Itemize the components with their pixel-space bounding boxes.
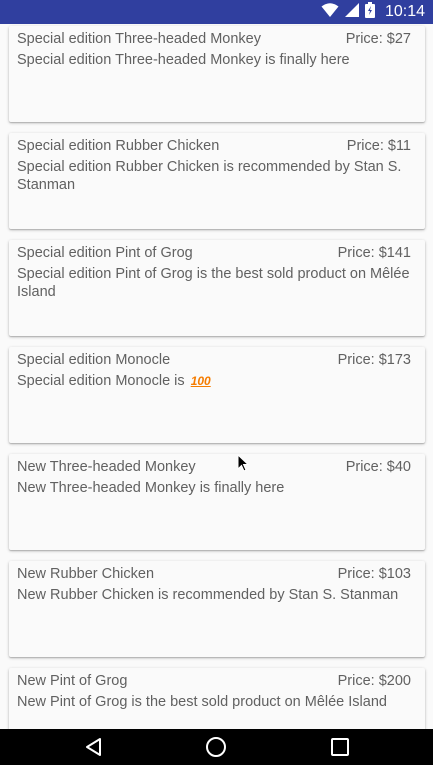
- product-description: New Pint of Grog is the best sold produc…: [17, 694, 387, 710]
- product-card[interactable]: New Three-headed Monkey Price: $40 New T…: [9, 454, 425, 550]
- product-name: New Pint of Grog: [17, 673, 128, 689]
- signal-icon: [344, 2, 359, 22]
- product-description: Special edition Three-headed Monkey is f…: [17, 52, 350, 68]
- product-description: New Rubber Chicken is recommended by Sta…: [17, 587, 399, 603]
- product-price: Price: $103: [337, 566, 411, 582]
- status-icons: 10:14: [321, 0, 425, 24]
- product-name: Special edition Rubber Chicken: [17, 138, 220, 154]
- product-card[interactable]: Special edition Three-headed Monkey Pric…: [9, 26, 425, 122]
- product-name: Special edition Monocle: [17, 352, 171, 368]
- home-icon[interactable]: [196, 729, 236, 765]
- product-description-text: Special edition Monocle is: [17, 373, 185, 389]
- product-card[interactable]: New Pint of Grog Price: $200 New Pint of…: [9, 668, 425, 729]
- product-card[interactable]: Special edition Pint of Grog Price: $141…: [9, 240, 425, 336]
- product-price: Price: $173: [337, 352, 411, 368]
- product-description: Special edition Rubber Chicken is recomm…: [17, 159, 402, 193]
- product-description: Special edition Pint of Grog is the best…: [17, 266, 410, 300]
- product-description: Special edition Monocle is 100: [17, 372, 413, 390]
- back-icon[interactable]: [74, 729, 114, 765]
- recents-icon[interactable]: [320, 729, 360, 765]
- battery-icon: [364, 1, 375, 23]
- product-price: Price: $27: [345, 31, 411, 47]
- hundred-points-emoji-icon: 100: [190, 374, 211, 388]
- product-name: New Rubber Chicken: [17, 566, 155, 582]
- product-card[interactable]: Special edition Monocle Price: $173 Spec…: [9, 347, 425, 443]
- product-price: Price: $141: [337, 245, 411, 261]
- mouse-cursor-icon: [237, 453, 250, 472]
- navigation-bar: [0, 729, 433, 765]
- product-price: Price: $11: [346, 138, 411, 154]
- status-bar: 10:14: [0, 0, 433, 24]
- product-name: Special edition Three-headed Monkey: [17, 31, 261, 47]
- product-description: New Three-headed Monkey is finally here: [17, 480, 285, 496]
- status-time: 10:14: [384, 3, 425, 20]
- product-name: New Three-headed Monkey: [17, 459, 196, 475]
- product-card[interactable]: Special edition Rubber Chicken Price: $1…: [9, 133, 425, 229]
- product-card[interactable]: New Rubber Chicken Price: $103 New Rubbe…: [9, 561, 425, 657]
- wifi-icon: [321, 2, 339, 23]
- product-price: Price: $40: [345, 459, 411, 475]
- product-name: Special edition Pint of Grog: [17, 245, 193, 261]
- product-price: Price: $200: [337, 673, 411, 689]
- product-list[interactable]: Special edition Three-headed Monkey Pric…: [0, 24, 433, 729]
